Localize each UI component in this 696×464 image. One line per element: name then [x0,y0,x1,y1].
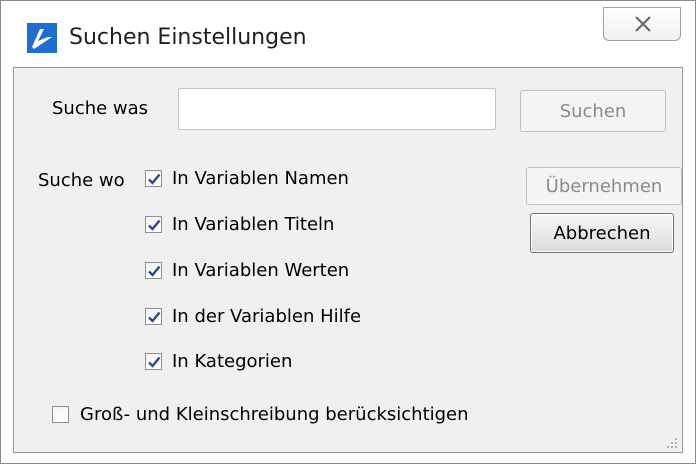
close-button[interactable] [603,7,681,41]
window-title: Suchen Einstellungen [69,25,307,50]
search-where-label: Suche wo [38,170,125,191]
dialog-window: Suchen Einstellungen Suche was Suchen Su… [0,0,696,464]
checkbox-variable-names[interactable] [145,170,162,187]
checkmark-icon [148,219,161,231]
checkbox-variable-values[interactable] [145,262,162,279]
cancel-button[interactable]: Abbrechen [530,213,674,253]
search-button[interactable]: Suchen [520,90,666,132]
checkmark-icon [148,311,161,323]
checkmark-icon [148,356,161,368]
option-label: In Variablen Titeln [172,214,335,235]
checkbox-categories[interactable] [145,353,162,370]
option-label: In Kategorien [172,351,293,372]
search-input[interactable] [178,88,496,130]
resize-grip-icon[interactable] [664,434,678,448]
checkmark-icon [148,265,161,277]
option-label: In der Variablen Hilfe [172,306,362,327]
brand-logo-icon [27,23,57,53]
checkbox-variable-titles[interactable] [145,216,162,233]
dialog-content: Suche was Suchen Suche wo In Variablen N… [13,67,683,453]
option-label: In Variablen Namen [172,168,349,189]
checkbox-case-sensitive[interactable] [52,406,69,423]
close-icon [635,16,651,32]
search-what-label: Suche was [52,98,149,119]
option-label: Groß- und Kleinschreibung berücksichtige… [80,404,469,425]
option-label: In Variablen Werten [172,260,350,281]
checkbox-variable-help[interactable] [145,308,162,325]
checkmark-icon [148,173,161,185]
title-bar[interactable]: Suchen Einstellungen [1,1,695,67]
apply-button[interactable]: Übernehmen [526,167,682,205]
